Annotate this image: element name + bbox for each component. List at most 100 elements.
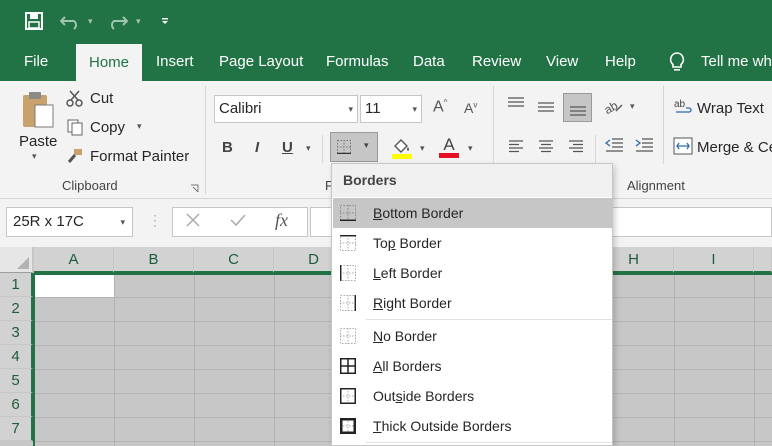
cancel-icon[interactable]	[185, 212, 201, 231]
bold-button[interactable]: B	[222, 139, 233, 156]
top-align-icon[interactable]	[506, 97, 526, 114]
menu-divider	[366, 442, 612, 443]
menu-item-thick-outside-borders[interactable]: Thick Outside Borders	[333, 411, 612, 441]
tab-view[interactable]: View	[546, 42, 578, 81]
copy-icon[interactable]	[66, 118, 84, 139]
menu-item-all-borders[interactable]: All Borders	[333, 351, 612, 381]
tell-me-search[interactable]: Tell me wh	[701, 42, 772, 81]
copy-button[interactable]: Copy	[90, 119, 125, 136]
redo-icon[interactable]	[106, 0, 128, 42]
increase-font-size-icon[interactable]: A^	[433, 98, 447, 116]
tab-help[interactable]: Help	[605, 42, 636, 81]
cut-button[interactable]: Cut	[90, 90, 113, 107]
insert-function-icon[interactable]: fx	[275, 210, 288, 231]
decrease-font-size-icon[interactable]: Av	[464, 100, 477, 116]
svg-text:ab: ab	[602, 98, 620, 115]
borders-menu-title: Borders	[332, 164, 612, 197]
ribbon-divider	[205, 86, 206, 194]
customize-qat-icon[interactable]	[160, 0, 170, 42]
ribbon-divider	[663, 86, 664, 164]
align-left-icon[interactable]	[508, 139, 524, 156]
scissors-icon[interactable]	[66, 89, 84, 110]
tab-formulas[interactable]: Formulas	[326, 42, 389, 81]
menu-item-bottom-border[interactable]: Bottom Border	[333, 198, 612, 228]
splitter-icon[interactable]: ⋮	[148, 212, 162, 229]
copy-dropdown-icon[interactable]: ▾	[137, 121, 142, 132]
svg-text:A: A	[443, 135, 455, 154]
column-header[interactable]	[754, 247, 772, 273]
align-center-icon[interactable]	[538, 139, 554, 156]
middle-align-icon[interactable]	[536, 100, 556, 117]
bottom-align-icon[interactable]	[563, 93, 592, 122]
orientation-icon[interactable]: ab	[602, 97, 624, 118]
merge-center-icon[interactable]	[673, 137, 693, 158]
increase-indent-icon[interactable]	[634, 137, 654, 156]
merge-center-button[interactable]: Merge & Ce	[697, 139, 772, 156]
column-header[interactable]: C	[194, 247, 274, 273]
font-color-dropdown-icon[interactable]: ▾	[468, 143, 473, 154]
tab-page-layout[interactable]: Page Layout	[219, 42, 303, 81]
tab-review[interactable]: Review	[472, 42, 521, 81]
underline-button[interactable]: U	[282, 139, 293, 156]
chevron-down-icon: ▾	[120, 217, 125, 227]
row-header[interactable]: 4	[0, 345, 33, 369]
redo-dropdown-icon[interactable]: ▾	[136, 0, 141, 42]
wrap-text-icon[interactable]: ab	[674, 98, 694, 119]
column-header[interactable]: A	[34, 247, 114, 273]
paste-label[interactable]: Paste	[19, 133, 57, 150]
tab-home[interactable]: Home	[76, 44, 142, 81]
clipboard-dialog-launcher-icon[interactable]	[190, 180, 199, 196]
align-right-icon[interactable]	[568, 139, 584, 156]
row-header[interactable]: 2	[0, 297, 33, 321]
save-icon[interactable]	[24, 0, 44, 42]
top-border-icon	[340, 235, 356, 251]
fill-color-dropdown-icon[interactable]: ▾	[420, 143, 425, 154]
underline-dropdown-icon[interactable]: ▾	[306, 143, 311, 154]
name-box[interactable]: 25R x 17C ▾	[6, 207, 133, 237]
row-header[interactable]: 5	[0, 369, 33, 393]
no-border-icon	[340, 328, 356, 344]
decrease-indent-icon[interactable]	[604, 137, 624, 156]
format-painter-button[interactable]: Format Painter	[90, 148, 189, 165]
font-name-combo[interactable]: Calibri ▾	[214, 95, 358, 123]
font-size-combo[interactable]: 11 ▾	[360, 95, 422, 123]
menu-item-label: Right Border	[373, 295, 452, 311]
menu-item-label: All Borders	[373, 358, 442, 374]
row-header[interactable]: 1	[0, 273, 33, 297]
orientation-dropdown-icon[interactable]: ▾	[630, 101, 635, 112]
bottom-border-icon	[340, 205, 356, 221]
menu-item-left-border[interactable]: Left Border	[333, 258, 612, 288]
clipboard-group-label: Clipboard	[62, 178, 118, 193]
menu-item-outside-borders[interactable]: Outside Borders	[333, 381, 612, 411]
select-all-corner[interactable]	[0, 247, 33, 273]
ribbon-tabs: File Home Insert Page Layout Formulas Da…	[0, 42, 772, 81]
menu-item-label: Left Border	[373, 265, 443, 281]
menu-item-right-border[interactable]: Right Border	[333, 288, 612, 318]
menu-item-label: Thick Outside Borders	[373, 418, 512, 434]
column-header[interactable]: I	[674, 247, 754, 273]
menu-item-no-border[interactable]: No Border	[333, 321, 612, 351]
format-painter-icon[interactable]	[66, 147, 84, 168]
menu-item-top-border[interactable]: Top Border	[333, 228, 612, 258]
row-header[interactable]: 7	[0, 417, 33, 441]
tab-insert[interactable]: Insert	[156, 42, 194, 81]
fill-color-icon[interactable]	[391, 136, 413, 163]
italic-button[interactable]: I	[255, 139, 259, 156]
wrap-text-button[interactable]: Wrap Text	[697, 100, 764, 117]
paste-dropdown-icon[interactable]: ▾	[32, 151, 37, 162]
lightbulb-icon[interactable]	[668, 42, 686, 81]
menu-divider	[366, 319, 612, 320]
enter-icon[interactable]	[229, 212, 247, 231]
tab-data[interactable]: Data	[413, 42, 445, 81]
undo-icon[interactable]	[60, 0, 82, 42]
borders-button[interactable]: ▾	[330, 132, 378, 162]
paste-icon[interactable]	[20, 90, 56, 133]
tab-file[interactable]: File	[24, 42, 48, 81]
font-name-value: Calibri	[219, 100, 262, 117]
row-header[interactable]: 6	[0, 393, 33, 417]
undo-dropdown-icon[interactable]: ▾	[88, 0, 93, 42]
row-header[interactable]: 3	[0, 321, 33, 345]
title-bar: ▾ ▾	[0, 0, 772, 42]
font-color-icon[interactable]: A	[438, 135, 460, 162]
column-header[interactable]: B	[114, 247, 194, 273]
